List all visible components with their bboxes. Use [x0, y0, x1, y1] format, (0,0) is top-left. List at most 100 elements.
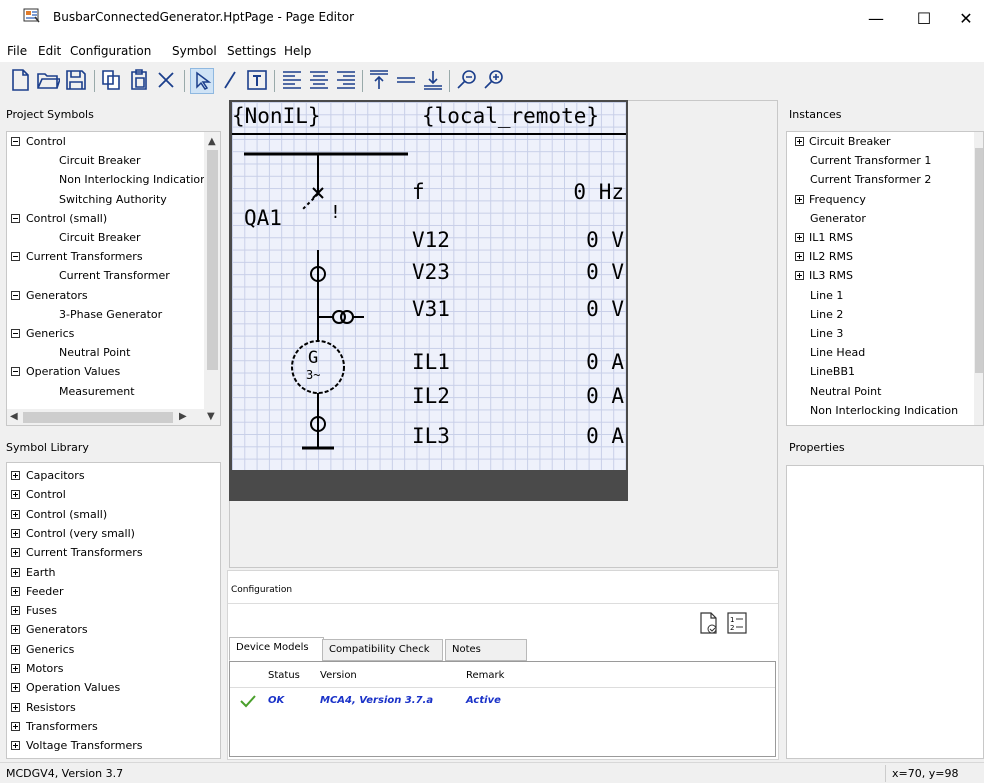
- instance-item[interactable]: Frequency: [795, 193, 866, 212]
- lcd-measurement-name[interactable]: IL1: [412, 350, 450, 374]
- lcd-measurement-value[interactable]: 0 V: [586, 297, 624, 321]
- menu-help[interactable]: Help: [284, 44, 311, 58]
- zoom-in-icon[interactable]: [482, 68, 506, 94]
- open-folder-icon[interactable]: [36, 68, 62, 94]
- lcd-measurement-name[interactable]: V23: [412, 260, 450, 284]
- align-top-icon[interactable]: [367, 68, 391, 94]
- collapse-icon[interactable]: [11, 137, 20, 146]
- expand-icon[interactable]: [795, 233, 804, 242]
- zoom-out-icon[interactable]: [455, 68, 479, 94]
- tree-item[interactable]: Current Transformer: [59, 269, 170, 288]
- expand-icon[interactable]: [11, 644, 20, 654]
- align-center-icon[interactable]: [307, 68, 331, 94]
- menu-configuration[interactable]: Configuration: [70, 44, 151, 58]
- menu-edit[interactable]: Edit: [38, 44, 61, 58]
- library-group[interactable]: Control: [11, 488, 66, 507]
- copy-icon[interactable]: [99, 68, 123, 94]
- instance-item[interactable]: IL1 RMS: [795, 231, 853, 250]
- column-remark[interactable]: Remark: [466, 670, 504, 681]
- lcd-measurement-name[interactable]: IL3: [412, 424, 450, 448]
- library-group[interactable]: Feeder: [11, 585, 64, 604]
- expand-icon[interactable]: [11, 509, 20, 519]
- expand-icon[interactable]: [11, 567, 20, 577]
- tab-notes[interactable]: Notes: [445, 639, 527, 661]
- expand-icon[interactable]: [11, 586, 20, 596]
- select-pointer-icon[interactable]: [190, 68, 214, 94]
- instance-item[interactable]: Non Interlocking Indication: [810, 404, 958, 423]
- library-group[interactable]: Voltage Transformers: [11, 739, 143, 758]
- new-file-icon[interactable]: [8, 68, 32, 94]
- lcd-measurement-value[interactable]: 0 Hz: [573, 180, 624, 204]
- instance-item[interactable]: Generator: [810, 212, 866, 231]
- tree-item[interactable]: Neutral Point: [59, 346, 130, 365]
- scroll-down-icon[interactable]: ▼: [207, 411, 215, 422]
- align-right-icon[interactable]: [334, 68, 358, 94]
- tab-device-models[interactable]: Device Models: [229, 637, 324, 661]
- instance-item[interactable]: IL3 RMS: [795, 269, 853, 288]
- instance-item[interactable]: Line Head: [810, 346, 865, 365]
- expand-icon[interactable]: [795, 271, 804, 281]
- scroll-up-icon[interactable]: ▲: [208, 136, 216, 147]
- maximize-button[interactable]: ☐: [904, 6, 944, 32]
- save-icon[interactable]: [64, 68, 88, 94]
- lcd-measurement-value[interactable]: 0 A: [586, 384, 624, 408]
- expand-icon[interactable]: [11, 664, 20, 673]
- instance-item[interactable]: Current Transformer 2: [810, 173, 931, 192]
- library-group[interactable]: Transformers: [11, 720, 98, 739]
- hscroll-thumb[interactable]: [23, 412, 173, 423]
- library-group[interactable]: Earth: [11, 566, 56, 585]
- instance-item[interactable]: Neutral Point: [810, 385, 881, 404]
- expand-icon[interactable]: [795, 194, 804, 204]
- instances-vscroll[interactable]: [974, 132, 983, 425]
- tree-group[interactable]: Control: [11, 135, 66, 154]
- expand-icon[interactable]: [11, 702, 20, 712]
- lcd-measurement-name[interactable]: V12: [412, 228, 450, 252]
- tree-item[interactable]: Circuit Breaker: [59, 154, 141, 173]
- tree-group[interactable]: Operation Values: [11, 365, 120, 384]
- tree-group[interactable]: Generics: [11, 327, 74, 346]
- collapse-icon[interactable]: [11, 290, 20, 300]
- library-group[interactable]: Generics: [11, 643, 74, 662]
- library-group[interactable]: Fuses: [11, 604, 57, 623]
- numbered-list-icon[interactable]: 1 2: [726, 611, 748, 635]
- lcd-display[interactable]: {NonIL} {local_remote} QA1 ! G 3~ f0 Hz V…: [232, 102, 626, 470]
- align-bottom-icon[interactable]: [421, 68, 445, 94]
- menu-symbol[interactable]: Symbol: [172, 44, 217, 58]
- single-line-diagram[interactable]: [232, 102, 626, 470]
- instance-item[interactable]: Line 3: [810, 327, 843, 346]
- expand-icon[interactable]: [795, 252, 804, 262]
- scroll-thumb[interactable]: [975, 148, 983, 373]
- column-status[interactable]: Status: [268, 670, 300, 681]
- lcd-measurement-name[interactable]: IL2: [412, 384, 450, 408]
- delete-icon[interactable]: [154, 68, 178, 94]
- tree-group[interactable]: Generators: [11, 289, 88, 308]
- scroll-left-icon[interactable]: ◀: [10, 411, 18, 422]
- expand-icon[interactable]: [11, 741, 20, 751]
- table-row[interactable]: OK MCA4, Version 3.7.a Active: [230, 690, 775, 710]
- collapse-icon[interactable]: [11, 367, 20, 377]
- tree-item[interactable]: Switching Authority: [59, 193, 167, 212]
- expand-icon[interactable]: [11, 471, 20, 480]
- instance-item[interactable]: Line 1: [810, 289, 843, 308]
- library-group[interactable]: Generators: [11, 623, 88, 642]
- expand-icon[interactable]: [11, 606, 20, 616]
- library-group[interactable]: Capacitors: [11, 469, 85, 488]
- tree-item[interactable]: 3-Phase Generator: [59, 308, 162, 327]
- lcd-measurement-name[interactable]: V31: [412, 297, 450, 321]
- library-group[interactable]: Current Transformers: [11, 546, 143, 565]
- project-symbols-hscroll[interactable]: ◀ ▶ ▼: [7, 409, 220, 425]
- tree-item[interactable]: Non Interlocking Indication: [59, 173, 207, 192]
- tree-item[interactable]: Measurement: [59, 385, 135, 404]
- scroll-right-icon[interactable]: ▶: [179, 411, 187, 422]
- tree-item[interactable]: Circuit Breaker: [59, 231, 141, 250]
- instance-item[interactable]: IL2 RMS: [795, 250, 853, 269]
- expand-icon[interactable]: [11, 683, 20, 693]
- library-group[interactable]: Resistors: [11, 701, 76, 720]
- expand-icon[interactable]: [11, 528, 20, 538]
- menu-file[interactable]: File: [7, 44, 27, 58]
- line-tool-icon[interactable]: [218, 68, 242, 94]
- library-group[interactable]: Control (small): [11, 508, 107, 527]
- text-tool-icon[interactable]: [245, 68, 269, 94]
- lcd-measurement-value[interactable]: 0 A: [586, 424, 624, 448]
- column-version[interactable]: Version: [320, 670, 357, 681]
